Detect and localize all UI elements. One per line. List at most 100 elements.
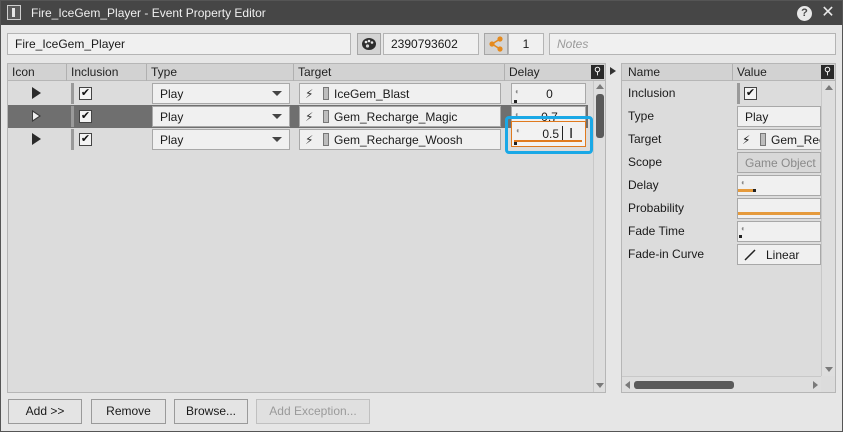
vertical-scrollbar[interactable] bbox=[821, 81, 835, 376]
notes-input[interactable]: Notes bbox=[549, 33, 836, 55]
slider-knob[interactable] bbox=[739, 235, 742, 238]
probability-slider[interactable] bbox=[737, 198, 821, 219]
target-label: IceGem_Blast bbox=[334, 87, 410, 101]
scope-dropdown[interactable]: Game Object bbox=[737, 152, 821, 173]
search-icon[interactable]: ⚲ bbox=[821, 65, 834, 79]
col-value-header[interactable]: Value bbox=[737, 65, 767, 79]
col-divider[interactable] bbox=[146, 64, 147, 81]
remove-button[interactable]: Remove bbox=[91, 399, 166, 424]
drag-handle[interactable] bbox=[737, 83, 740, 104]
property-row-fade-curve: Fade-in Curve Linear bbox=[622, 243, 821, 266]
col-divider[interactable] bbox=[66, 64, 67, 81]
property-row-probability: Probability bbox=[622, 197, 821, 220]
property-name: Delay bbox=[628, 178, 659, 192]
type-dropdown[interactable]: Play bbox=[737, 106, 821, 127]
target-field[interactable]: ⚡ Gem_Recharge_Woosh bbox=[299, 129, 501, 150]
slider-knob[interactable] bbox=[753, 189, 756, 192]
type-dropdown[interactable]: Play bbox=[152, 106, 290, 127]
delay-value: 0 bbox=[546, 87, 553, 101]
type-dropdown[interactable]: Play bbox=[152, 83, 290, 104]
table-row[interactable]: ✔ Play ⚡ Gem_Recharge_Woosh bbox=[8, 128, 588, 151]
property-name: Type bbox=[628, 109, 655, 123]
inclusion-checkbox[interactable]: ✔ bbox=[79, 133, 92, 146]
collapse-panel-icon[interactable] bbox=[610, 67, 616, 75]
col-divider[interactable] bbox=[293, 64, 294, 81]
sound-object-icon: ⚡ bbox=[305, 133, 314, 147]
col-divider[interactable] bbox=[504, 64, 505, 81]
property-name: Inclusion bbox=[628, 86, 676, 100]
editor-app-icon bbox=[7, 5, 21, 20]
delay-edit-input[interactable]: ◐ 0.5 I bbox=[511, 121, 586, 147]
scroll-thumb[interactable] bbox=[634, 381, 734, 389]
col-name-header[interactable]: Name bbox=[628, 65, 660, 79]
palette-icon bbox=[362, 38, 376, 50]
target-field[interactable]: ⚡ Gem_Rec bbox=[737, 129, 821, 150]
target-label: Gem_Recharge_Woosh bbox=[334, 133, 463, 147]
delay-slider[interactable]: ◐ 0 bbox=[511, 83, 586, 104]
slider-knob[interactable] bbox=[514, 142, 517, 145]
color-swatch bbox=[760, 133, 766, 146]
inclusion-checkbox[interactable]: ✔ bbox=[79, 87, 92, 100]
slider-icon: ◐ bbox=[516, 126, 521, 135]
property-row-scope: Scope Game Object bbox=[622, 151, 821, 174]
slider-fill bbox=[738, 189, 754, 192]
scroll-up-icon[interactable] bbox=[596, 84, 604, 89]
sound-object-icon: ⚡ bbox=[305, 110, 314, 124]
references-button[interactable] bbox=[484, 33, 508, 55]
scroll-right-icon[interactable] bbox=[813, 381, 818, 389]
delay-slider[interactable]: ◐ bbox=[737, 175, 821, 196]
slider-track[interactable] bbox=[514, 140, 582, 142]
type-dropdown[interactable]: Play bbox=[152, 129, 290, 150]
col-divider[interactable] bbox=[732, 64, 733, 81]
fade-curve-dropdown[interactable]: Linear bbox=[737, 244, 821, 265]
drag-handle[interactable] bbox=[71, 83, 74, 104]
table-row[interactable]: ✔ Play ⚡ Gem_Recharge_Magic ◐ 0.7 bbox=[8, 105, 588, 128]
close-button[interactable]: ✕ bbox=[819, 4, 837, 22]
property-row-type: Type Play bbox=[622, 105, 821, 128]
short-id-field[interactable]: 2390793602 bbox=[383, 33, 479, 55]
help-button[interactable]: ? bbox=[797, 6, 812, 21]
color-palette-button[interactable] bbox=[357, 33, 381, 55]
scroll-thumb[interactable] bbox=[596, 94, 604, 138]
col-icon-header[interactable]: Icon bbox=[12, 65, 35, 79]
table-row[interactable]: ✔ Play ⚡ IceGem_Blast ◐ 0 bbox=[8, 82, 588, 105]
chevron-down-icon bbox=[272, 137, 282, 142]
horizontal-scrollbar[interactable] bbox=[622, 376, 821, 392]
play-icon[interactable] bbox=[32, 133, 41, 145]
window-title: Fire_IceGem_Player - Event Property Edit… bbox=[31, 6, 266, 20]
property-name: Fade Time bbox=[628, 224, 685, 238]
scroll-down-icon[interactable] bbox=[825, 367, 833, 372]
drag-handle[interactable] bbox=[71, 129, 74, 150]
scroll-down-icon[interactable] bbox=[596, 383, 604, 388]
target-field[interactable]: ⚡ Gem_Recharge_Magic bbox=[299, 106, 501, 127]
col-type-header[interactable]: Type bbox=[151, 65, 177, 79]
play-icon[interactable] bbox=[32, 110, 41, 122]
target-field[interactable]: ⚡ IceGem_Blast bbox=[299, 83, 501, 104]
add-exception-button[interactable]: Add Exception... bbox=[256, 399, 370, 424]
drag-handle[interactable] bbox=[71, 106, 74, 127]
property-name: Fade-in Curve bbox=[628, 247, 705, 261]
scroll-left-icon[interactable] bbox=[625, 381, 630, 389]
property-value: Play bbox=[745, 110, 769, 124]
event-name-field[interactable]: Fire_IceGem_Player bbox=[7, 33, 351, 55]
col-delay-header[interactable]: Delay bbox=[509, 65, 540, 79]
reference-count: 1 bbox=[508, 33, 544, 55]
col-target-header[interactable]: Target bbox=[298, 65, 331, 79]
delay-value: 0.5 bbox=[542, 127, 559, 141]
linear-curve-icon bbox=[744, 249, 756, 261]
fade-time-slider[interactable]: ◐ bbox=[737, 221, 821, 242]
browse-button[interactable]: Browse... bbox=[174, 399, 248, 424]
slider-knob[interactable] bbox=[514, 100, 517, 103]
add-button[interactable]: Add >> bbox=[8, 399, 82, 424]
inclusion-checkbox[interactable]: ✔ bbox=[79, 110, 92, 123]
vertical-scrollbar[interactable] bbox=[593, 81, 605, 392]
inclusion-checkbox[interactable]: ✔ bbox=[744, 87, 757, 100]
play-icon[interactable] bbox=[32, 87, 41, 99]
scroll-up-icon[interactable] bbox=[825, 85, 833, 90]
type-value: Play bbox=[160, 133, 184, 147]
slider-icon: ◐ bbox=[741, 178, 746, 187]
property-name: Target bbox=[628, 132, 662, 146]
actions-grid: Icon Inclusion Type Target Delay ⚲ ✔ Pla… bbox=[7, 63, 606, 393]
col-inclusion-header[interactable]: Inclusion bbox=[71, 65, 118, 79]
search-icon[interactable]: ⚲ bbox=[591, 65, 604, 79]
